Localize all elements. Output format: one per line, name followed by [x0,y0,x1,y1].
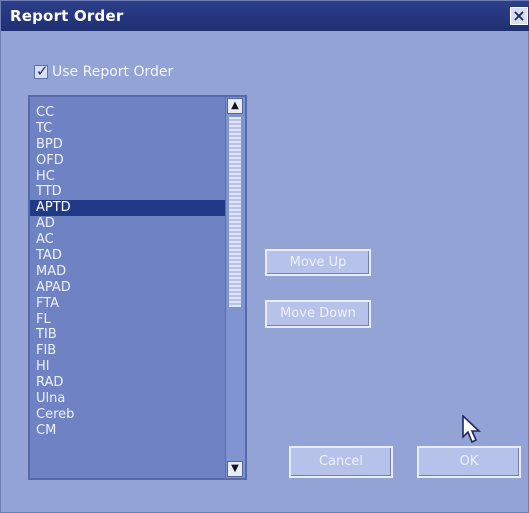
list-item[interactable]: HC [30,169,225,185]
window-title: Report Order [10,7,124,25]
list-item[interactable]: MAD [30,264,225,280]
cancel-button[interactable]: Cancel [289,446,393,478]
move-up-button[interactable]: Move Up [265,249,371,276]
list-item[interactable]: Ulna [30,391,225,407]
list-item[interactable]: TC [30,121,225,137]
list-item[interactable]: OFD [30,153,225,169]
use-report-order-label: Use Report Order [52,64,174,80]
scroll-up-button[interactable]: ▲ [227,98,243,114]
list-item[interactable]: TAD [30,248,225,264]
use-report-order-row[interactable]: Use Report Order [34,62,173,82]
use-report-order-checkbox[interactable] [34,62,49,80]
list-item[interactable]: CM [30,423,225,439]
list-item[interactable]: AC [30,232,225,248]
scroll-thumb[interactable] [228,116,242,308]
list-scrollbar[interactable]: ▲ ▼ [225,97,245,478]
list-item[interactable]: Cereb [30,407,225,423]
report-order-dialog: Report Order × Use Report Order CCTCBPDO… [0,0,529,513]
close-button[interactable]: × [510,7,528,25]
list-item[interactable]: BPD [30,137,225,153]
scroll-down-button[interactable]: ▼ [227,461,243,477]
list-item[interactable]: AD [30,216,225,232]
list-item[interactable]: APTD [30,200,225,217]
list-item[interactable]: FTA [30,296,225,312]
list-item[interactable]: RAD [30,375,225,391]
report-order-list[interactable]: CC TC BPD OFD HC TTD APTD AD AC TAD MAD APAD FTA FL TI… [28,95,247,480]
move-down-button[interactable]: Move Down [265,300,371,328]
list-items: CC TC BPD OFD HC TTD APTD AD AC TAD MAD APAD FTA FL TI… [30,97,225,439]
list-item[interactable]: APAD [30,280,225,296]
list-item[interactable]: CC [30,105,225,121]
mouse-pointer-icon [462,415,482,444]
list-item[interactable]: TTD [30,184,225,200]
list-item[interactable]: HI [30,359,225,375]
list-item[interactable]: FL [30,312,225,328]
list-item[interactable]: TIB [30,327,225,343]
list-item[interactable]: FIB [30,343,225,359]
title-bar: Report Order × [1,1,529,31]
ok-button[interactable]: OK [417,446,521,478]
